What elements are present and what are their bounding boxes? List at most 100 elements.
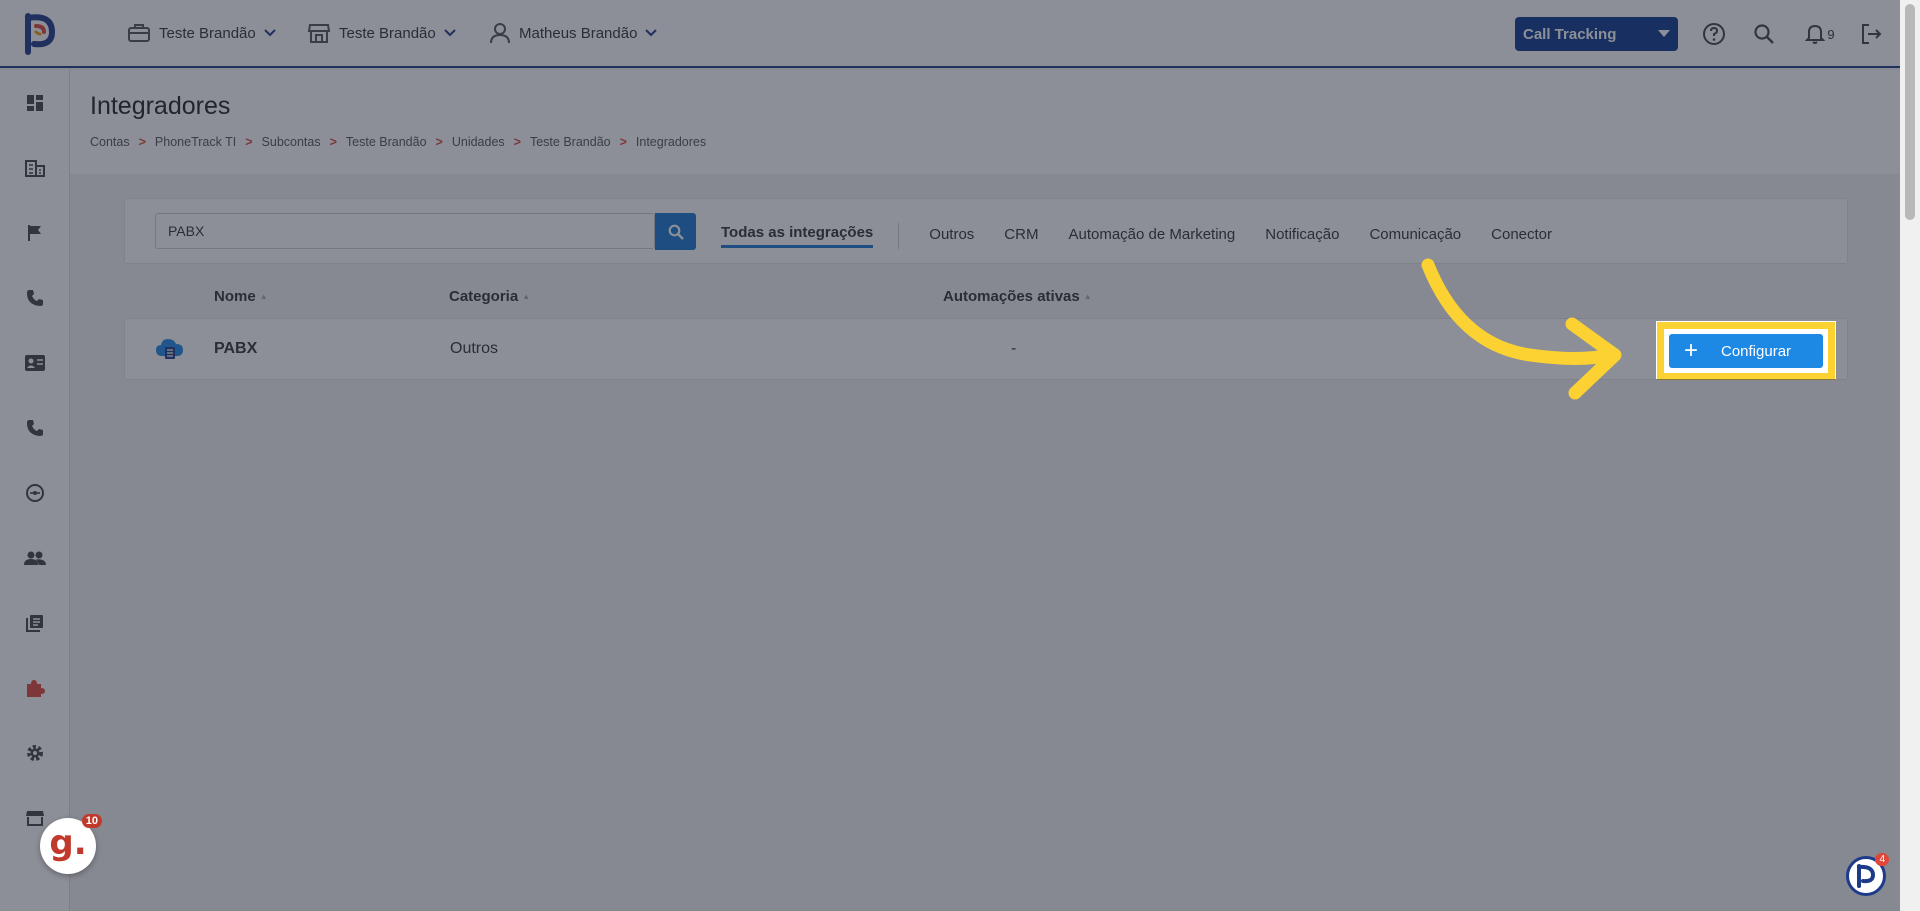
breadcrumb-separator: > [138, 135, 146, 149]
notifications-button[interactable]: 9 [1800, 20, 1840, 48]
tab-outros[interactable]: Outros [929, 226, 974, 247]
scrollbar-thumb[interactable] [1905, 4, 1915, 220]
breadcrumb-separator: > [435, 135, 443, 149]
chevron-down-icon [645, 29, 658, 37]
chat-count-badge: 4 [1875, 853, 1889, 866]
guide-logo: g. [49, 823, 87, 863]
column-header-name[interactable]: Nome ▲ [214, 288, 268, 305]
breadcrumb-separator: > [329, 135, 337, 149]
help-icon[interactable] [1700, 20, 1728, 48]
sidebar-item-contacts[interactable] [20, 348, 50, 378]
sidebar-item-reports[interactable] [20, 608, 50, 638]
breadcrumb-separator: > [513, 135, 521, 149]
account-selector[interactable]: Teste Brandão [127, 22, 276, 44]
gauge-icon [26, 484, 44, 502]
breadcrumb-unit[interactable]: Teste Brandão [530, 135, 611, 149]
breadcrumb-separator: > [245, 135, 253, 149]
sidebar-item-telephony[interactable] [20, 413, 50, 443]
sidebar [0, 70, 70, 911]
configure-button[interactable]: + Configurar [1669, 334, 1823, 368]
category-tabs: Todas as integrações Outros CRM Automaçã… [721, 223, 1582, 249]
sidebar-item-users[interactable] [20, 543, 50, 573]
store-icon [307, 24, 331, 43]
sidebar-item-calls[interactable] [20, 283, 50, 313]
search-button[interactable] [655, 213, 696, 250]
column-label: Automações ativas [943, 288, 1080, 305]
column-label: Nome [214, 288, 256, 305]
phonetrack-logo[interactable] [22, 12, 58, 56]
user-label: Matheus Brandão [519, 24, 638, 42]
sidebar-item-monitoring[interactable] [20, 478, 50, 508]
sort-icon: ▲ [259, 292, 268, 301]
sidebar-item-accounts[interactable] [20, 153, 50, 183]
library-icon [26, 615, 43, 632]
store-selector[interactable]: Teste Brandão [307, 22, 456, 44]
column-label: Categoria [449, 288, 519, 305]
bell-icon [1805, 24, 1826, 44]
contact-card-icon [25, 355, 45, 371]
cloud-pbx-icon [156, 339, 183, 359]
gear-icon [27, 745, 43, 761]
integration-automations: - [1011, 340, 1017, 357]
tab-notification[interactable]: Notificação [1265, 226, 1339, 247]
column-header-automations[interactable]: Automações ativas ▲ [943, 288, 1092, 305]
breadcrumb-subcontas[interactable]: Subcontas [262, 135, 321, 149]
building-icon [25, 160, 45, 177]
sidebar-item-dashboard[interactable] [20, 88, 50, 118]
logout-icon[interactable] [1857, 20, 1885, 48]
phone-icon [27, 420, 43, 436]
breadcrumb-current: Integradores [635, 135, 707, 149]
caret-down-icon [1658, 30, 1670, 37]
sort-icon: ▲ [522, 292, 531, 301]
table-row: PABX Outros - + Configurar [124, 318, 1848, 380]
page-header: Integradores Contas > PhoneTrack TI > Su… [70, 70, 1900, 174]
tab-divider [898, 223, 900, 249]
integration-category: Outros [450, 340, 499, 357]
configure-highlight: + Configurar [1657, 322, 1835, 380]
sidebar-item-campaigns[interactable] [20, 218, 50, 248]
filter-card: Todas as integrações Outros CRM Automaçã… [124, 198, 1848, 264]
dashboard-icon [27, 95, 43, 111]
table-header: Nome ▲ Categoria ▲ Automações ativas ▲ [124, 288, 1848, 308]
integration-name: PABX [214, 340, 258, 357]
briefcase-icon [128, 24, 150, 42]
store-icon [26, 811, 44, 826]
guide-widget[interactable]: g. 10 [40, 814, 102, 874]
chevron-down-icon [264, 29, 276, 37]
page-title: Integradores [90, 92, 231, 120]
tab-connector[interactable]: Conector [1491, 226, 1552, 247]
product-select-value: Call Tracking [1523, 25, 1617, 43]
tab-marketing-automation[interactable]: Automação de Marketing [1068, 226, 1235, 247]
column-header-category[interactable]: Categoria ▲ [449, 288, 530, 305]
sidebar-item-settings[interactable] [20, 738, 50, 768]
plus-icon: + [1683, 337, 1698, 364]
search-icon [668, 224, 684, 240]
sort-icon: ▲ [1083, 292, 1092, 301]
search-icon[interactable] [1750, 20, 1778, 48]
tab-all[interactable]: Todas as integrações [721, 224, 874, 248]
breadcrumb-phonetrack[interactable]: PhoneTrack TI [155, 135, 236, 149]
notifications-count: 9 [1827, 26, 1835, 42]
guide-count-badge: 10 [81, 814, 102, 828]
user-icon [490, 23, 510, 44]
breadcrumb-unidades[interactable]: Unidades [452, 135, 505, 149]
breadcrumb-contas[interactable]: Contas [90, 135, 130, 149]
breadcrumb: Contas > PhoneTrack TI > Subcontas > Tes… [90, 135, 706, 149]
user-selector[interactable]: Matheus Brandão [489, 22, 658, 44]
users-icon [24, 551, 46, 565]
search-input[interactable] [155, 213, 655, 249]
breadcrumb-separator: > [619, 135, 627, 149]
sidebar-item-integrations[interactable] [20, 673, 50, 703]
top-bar: Teste Brandão Teste Brandão Matheus Bran… [0, 0, 1920, 68]
product-select[interactable]: Call Tracking [1515, 17, 1678, 51]
chevron-down-icon [444, 29, 456, 37]
flag-icon [28, 225, 41, 241]
page-scrollbar[interactable] [1900, 0, 1920, 911]
account-label: Teste Brandão [159, 24, 256, 42]
breadcrumb-subaccount[interactable]: Teste Brandão [346, 135, 427, 149]
tab-communication[interactable]: Comunicação [1369, 226, 1461, 247]
chat-widget[interactable]: 4 [1846, 853, 1889, 896]
store-label: Teste Brandão [339, 24, 436, 42]
configure-label: Configurar [1721, 342, 1792, 360]
tab-crm[interactable]: CRM [1004, 226, 1038, 247]
